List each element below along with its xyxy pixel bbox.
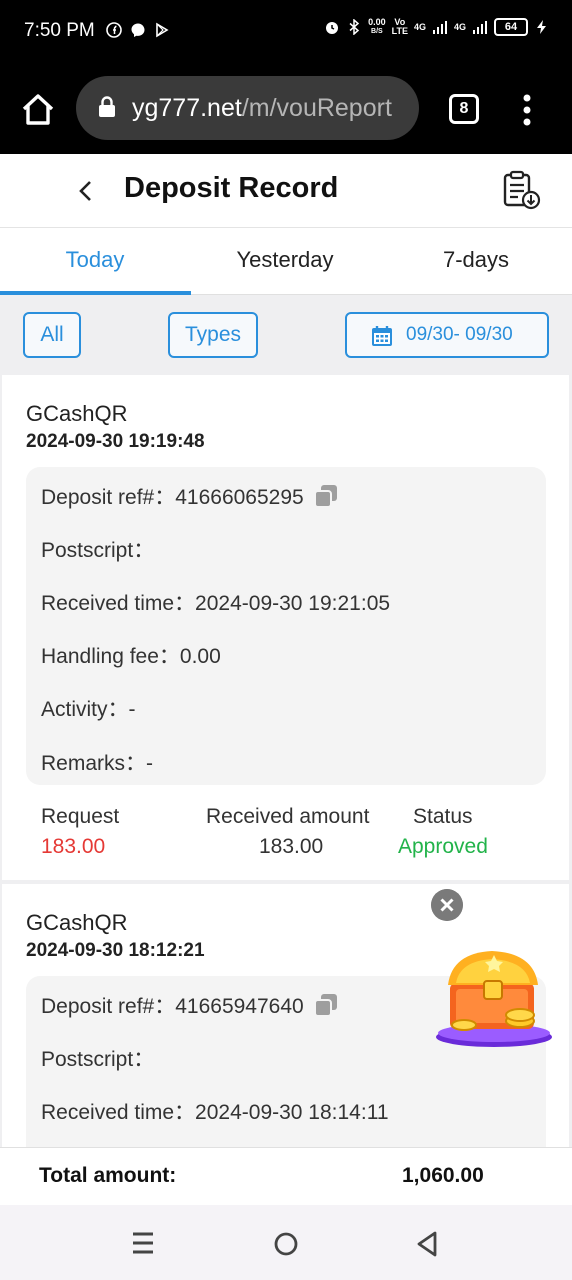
date-range-button[interactable]: 09/30- 09/30 (345, 312, 549, 358)
play-store-icon (156, 22, 169, 38)
home-icon[interactable] (20, 92, 56, 128)
record-details-box: Deposit ref#：41666065295 Postscript： Rec… (26, 467, 546, 785)
back-nav-icon[interactable] (415, 1230, 439, 1258)
url-path: /m/vouReport (241, 94, 392, 122)
messenger-icon (131, 23, 145, 37)
url-bar[interactable]: yg777.net/m/vouReport (76, 76, 419, 140)
status-label: Status (413, 805, 473, 828)
signal-4g-label-1: 4G (413, 21, 426, 32)
volte-indicator: Vo LTE (392, 18, 408, 36)
date-tabs: Today Yesterday 7-days (0, 229, 572, 295)
filter-bar: All Types 09/30- 09/30 (0, 295, 572, 373)
deposit-ref-row: Deposit ref#：41666065295 (41, 481, 340, 512)
record-datetime: 2024-09-30 18:12:21 (26, 940, 205, 961)
system-nav-bar (0, 1205, 572, 1280)
payment-method: GCashQR (26, 910, 128, 935)
tab-switcher-button[interactable]: 8 (449, 94, 479, 124)
page-header: Deposit Record (0, 154, 572, 228)
request-label: Request (41, 805, 120, 828)
activity-row: Activity：- (41, 698, 136, 721)
deposit-record-card: GCashQR 2024-09-30 19:19:48 Deposit ref#… (2, 375, 569, 880)
record-datetime: 2024-09-30 19:19:48 (26, 431, 205, 452)
handling-fee-row: Handling fee：0.00 (41, 645, 221, 668)
browser-toolbar: yg777.net/m/vouReport 8 (0, 64, 572, 154)
battery-icon: 64 (494, 18, 528, 36)
network-speed-unit: B/S (371, 28, 383, 35)
received-amount-value: 183.00 (259, 835, 324, 858)
bluetooth-icon (349, 19, 360, 35)
filter-all-button[interactable]: All (23, 312, 81, 358)
status-time: 7:50 PM (24, 20, 95, 41)
deposit-record-list[interactable]: GCashQR 2024-09-30 19:19:48 Deposit ref#… (0, 373, 572, 1147)
url-domain: yg777.net (132, 94, 242, 122)
close-promo-icon[interactable] (431, 889, 463, 921)
total-amount-value: 1,060.00 (402, 1164, 484, 1187)
tab-7-days[interactable]: 7-days (381, 229, 571, 295)
received-time-row: Received time：2024-09-30 19:21:05 (41, 592, 391, 615)
remarks-row: Remarks：- (41, 752, 154, 775)
notification-icons (106, 22, 170, 38)
postscript-row: Postscript： (41, 539, 155, 562)
signal-4g-label-2: 4G (453, 21, 466, 32)
home-nav-icon[interactable] (273, 1231, 299, 1257)
copy-icon[interactable] (312, 991, 340, 1019)
more-vert-icon[interactable] (520, 92, 534, 128)
copy-icon[interactable] (312, 482, 340, 510)
calendar-icon (372, 326, 392, 346)
facebook-icon (106, 22, 122, 38)
download-report-icon[interactable] (500, 169, 542, 211)
alarm-icon (326, 22, 339, 34)
payment-method: GCashQR (26, 401, 128, 426)
received-time-row: Received time：2024-09-30 18:14:11 (41, 1101, 389, 1124)
back-arrow-icon[interactable] (74, 176, 98, 206)
system-icons: 0.00 B/S Vo LTE 4G 4G 64 (324, 18, 550, 36)
filter-types-button[interactable]: Types (168, 312, 258, 358)
lock-icon (99, 96, 115, 117)
treasure-chest-icon[interactable] (434, 945, 554, 1049)
total-amount-label: Total amount: (39, 1164, 177, 1187)
page-title: Deposit Record (124, 172, 339, 204)
deposit-ref-row: Deposit ref#：41665947640 (41, 990, 340, 1021)
status-value: Approved (398, 835, 488, 858)
date-range-text: 09/30- 09/30 (406, 324, 513, 345)
tab-yesterday[interactable]: Yesterday (190, 229, 380, 295)
url-text[interactable]: yg777.net/m/vouReport (132, 94, 392, 123)
status-bar: 7:50 PM 0.00 B/S Vo LTE 4G 4G 64 (0, 0, 572, 64)
request-value: 183.00 (41, 835, 106, 858)
postscript-row: Postscript： (41, 1048, 155, 1071)
received-amount-label: Received amount (206, 805, 370, 828)
deposit-ref: Deposit ref#：41665947640 (41, 995, 304, 1018)
tab-today[interactable]: Today (0, 229, 190, 295)
volte-bottom: LTE (391, 26, 408, 36)
network-speed: 0.00 B/S (368, 18, 386, 36)
network-speed-value: 0.00 (368, 17, 386, 27)
total-bar: Total amount: 1,060.00 (0, 1147, 572, 1205)
recents-icon[interactable] (130, 1231, 156, 1255)
signal-icon-2 (473, 21, 487, 34)
deposit-ref: Deposit ref#：41666065295 (41, 486, 304, 509)
charging-icon (537, 20, 546, 34)
signal-icon (432, 21, 447, 34)
